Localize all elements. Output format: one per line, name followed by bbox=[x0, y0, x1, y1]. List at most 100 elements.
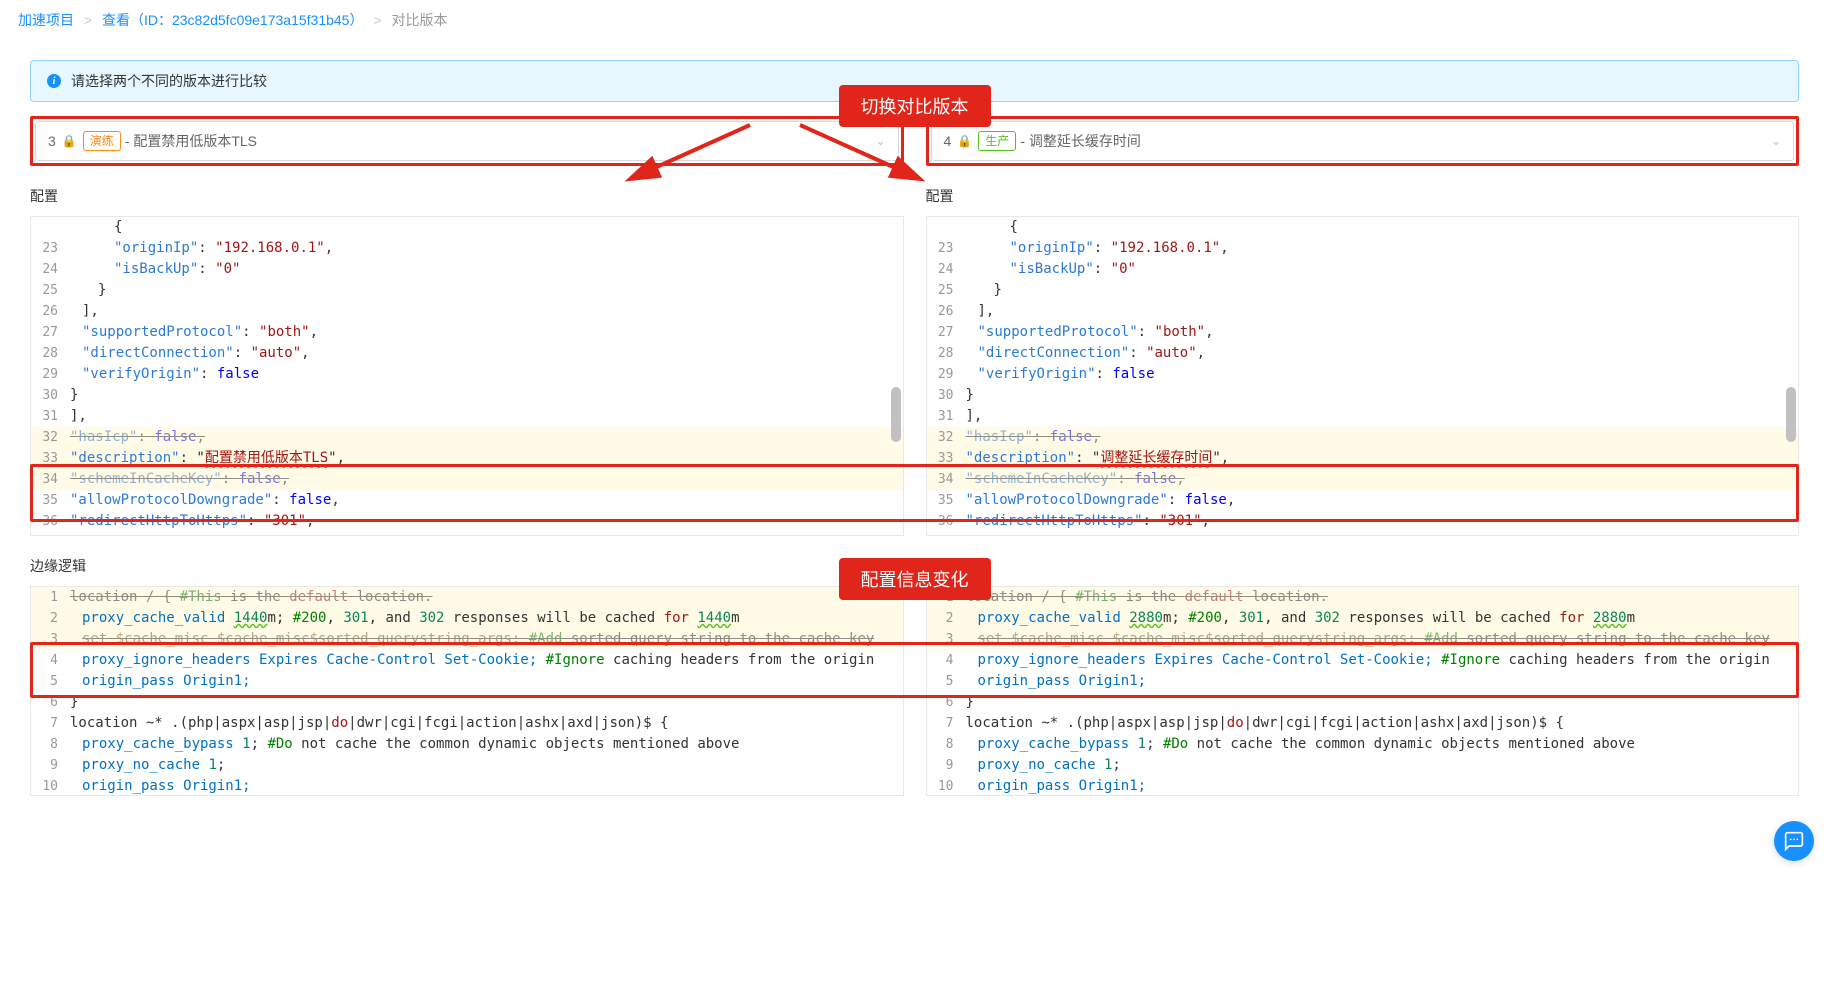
line-content: "description": "调整延长缓存时间", bbox=[962, 448, 1799, 469]
code-line: 3set $cache_misc $cache_misc$sorted_quer… bbox=[927, 629, 1799, 650]
env-badge-staging: 演练 bbox=[83, 131, 121, 151]
callout-config-change: 配置信息变化 bbox=[839, 558, 991, 600]
code-panel-edge-left[interactable]: 1location / { #This is the default locat… bbox=[30, 586, 904, 796]
line-number: 27 bbox=[31, 322, 66, 343]
line-content: { bbox=[962, 217, 1799, 238]
arrow-left bbox=[640, 120, 760, 183]
line-content: location / { #This is the default locati… bbox=[962, 587, 1799, 608]
version-selector-right[interactable]: 4 🔒 生产 - 调整延长缓存时间 ⌄ bbox=[931, 121, 1795, 161]
line-content: proxy_cache_valid 1440m; #200, 301, and … bbox=[66, 608, 903, 629]
feedback-button[interactable] bbox=[1774, 821, 1814, 861]
line-number: 37 bbox=[927, 532, 962, 536]
lock-icon: 🔒 bbox=[957, 134, 972, 148]
code-line: 2proxy_cache_valid 2880m; #200, 301, and… bbox=[927, 608, 1799, 629]
code-line: 34 "schemeInCacheKey": false, bbox=[927, 469, 1799, 490]
code-line: 26], bbox=[927, 301, 1799, 322]
line-content: "isBackUp": "0" bbox=[962, 259, 1799, 280]
code-line: 31 ], bbox=[927, 406, 1799, 427]
code-panel-config-right[interactable]: {23"originIp": "192.168.0.1",24"isBackUp… bbox=[926, 216, 1800, 536]
code-line: 5origin_pass Origin1; bbox=[31, 671, 903, 692]
lock-icon: 🔒 bbox=[62, 134, 77, 148]
line-number: 8 bbox=[927, 734, 962, 755]
line-content: "originIp": "192.168.0.1", bbox=[962, 238, 1799, 259]
section-title-edge-left: 边缘逻辑 bbox=[30, 556, 904, 576]
line-number bbox=[927, 217, 962, 238]
line-number: 34 bbox=[31, 469, 66, 490]
line-content: "disableCertAutomation": false, bbox=[962, 532, 1799, 536]
code-line: 30 } bbox=[31, 385, 903, 406]
line-content: ], bbox=[962, 406, 1799, 427]
version-num: 3 bbox=[48, 133, 56, 149]
line-content: "description": "配置禁用低版本TLS", bbox=[66, 448, 903, 469]
info-icon: i bbox=[47, 74, 61, 88]
line-number: 36 bbox=[31, 511, 66, 532]
line-number: 31 bbox=[927, 406, 962, 427]
code-panel-edge-right[interactable]: 1location / { #This is the default locat… bbox=[926, 586, 1800, 796]
line-content: "redirectHttpToHttps": "301", bbox=[66, 511, 903, 532]
line-number: 1 bbox=[31, 587, 66, 608]
line-content: "verifyOrigin": false bbox=[962, 364, 1799, 385]
line-content: "hasIcp": false, bbox=[66, 427, 903, 448]
line-number: 32 bbox=[927, 427, 962, 448]
line-number: 28 bbox=[927, 343, 962, 364]
code-panel-config-left[interactable]: {23"originIp": "192.168.0.1",24"isBackUp… bbox=[30, 216, 904, 536]
line-number: 27 bbox=[927, 322, 962, 343]
line-number: 33 bbox=[927, 448, 962, 469]
line-content: "allowProtocolDowngrade": false, bbox=[66, 490, 903, 511]
line-content: origin_pass Origin1; bbox=[66, 671, 903, 692]
line-content: set $cache_misc $cache_misc$sorted_query… bbox=[962, 629, 1799, 650]
code-line: 35 "allowProtocolDowngrade": false, bbox=[927, 490, 1799, 511]
line-number: 8 bbox=[31, 734, 66, 755]
line-number: 2 bbox=[927, 608, 962, 629]
code-line: 10origin_pass Origin1; bbox=[31, 776, 903, 796]
line-number: 30 bbox=[31, 385, 66, 406]
line-number: 34 bbox=[927, 469, 962, 490]
line-content: proxy_no_cache 1; bbox=[962, 755, 1799, 776]
code-line: 27"supportedProtocol": "both", bbox=[927, 322, 1799, 343]
line-number: 10 bbox=[31, 776, 66, 796]
line-content: proxy_cache_bypass 1; #Do not cache the … bbox=[66, 734, 903, 755]
line-number: 3 bbox=[31, 629, 66, 650]
code-line: 29"verifyOrigin": false bbox=[31, 364, 903, 385]
section-title-config-right: 配置 bbox=[926, 186, 1800, 206]
line-number: 25 bbox=[927, 280, 962, 301]
line-content: proxy_ignore_headers Expires Cache-Contr… bbox=[962, 650, 1799, 671]
line-content: location ~* .(php|aspx|asp|jsp|do|dwr|cg… bbox=[66, 713, 903, 734]
line-number: 5 bbox=[927, 671, 962, 692]
breadcrumb-link-1[interactable]: 加速项目 bbox=[18, 12, 74, 28]
section-title-config-left: 配置 bbox=[30, 186, 904, 206]
code-line: 34 "schemeInCacheKey": false, bbox=[31, 469, 903, 490]
code-line: 24"isBackUp": "0" bbox=[927, 259, 1799, 280]
line-number: 35 bbox=[31, 490, 66, 511]
line-number: 10 bbox=[927, 776, 962, 796]
line-content: "supportedProtocol": "both", bbox=[66, 322, 903, 343]
code-line: 33 "description": "配置禁用低版本TLS", bbox=[31, 448, 903, 469]
code-line: 25} bbox=[31, 280, 903, 301]
line-number: 31 bbox=[31, 406, 66, 427]
code-line: 10origin_pass Origin1; bbox=[927, 776, 1799, 796]
line-number: 32 bbox=[31, 427, 66, 448]
line-number: 3 bbox=[927, 629, 962, 650]
line-number: 37 bbox=[31, 532, 66, 536]
version-selector-left[interactable]: 3 🔒 演练 - 配置禁用低版本TLS ⌄ bbox=[35, 121, 899, 161]
version-desc: - 调整延长缓存时间 bbox=[1020, 131, 1141, 151]
code-line: 23"originIp": "192.168.0.1", bbox=[31, 238, 903, 259]
code-line: 6} bbox=[31, 692, 903, 713]
version-selector-left-wrap: 3 🔒 演练 - 配置禁用低版本TLS ⌄ bbox=[30, 116, 904, 166]
code-line: 32 "hasIcp": false, bbox=[31, 427, 903, 448]
env-badge-prod: 生产 bbox=[978, 131, 1016, 151]
breadcrumb-link-2[interactable]: 查看（ID：23c82d5fc09e173a15f31b45） bbox=[102, 12, 364, 28]
alert-text: 请选择两个不同的版本进行比较 bbox=[71, 71, 267, 91]
line-content: { bbox=[66, 217, 903, 238]
code-line: 27"supportedProtocol": "both", bbox=[31, 322, 903, 343]
line-number: 35 bbox=[927, 490, 962, 511]
code-line: 28"directConnection": "auto", bbox=[927, 343, 1799, 364]
version-selector-right-wrap: 4 🔒 生产 - 调整延长缓存时间 ⌄ bbox=[926, 116, 1800, 166]
line-content: ], bbox=[66, 406, 903, 427]
code-line: 9proxy_no_cache 1; bbox=[31, 755, 903, 776]
version-desc: - 配置禁用低版本TLS bbox=[125, 131, 257, 151]
code-line: 7location ~* .(php|aspx|asp|jsp|do|dwr|c… bbox=[31, 713, 903, 734]
line-content: "schemeInCacheKey": false, bbox=[66, 469, 903, 490]
line-content: } bbox=[66, 692, 903, 713]
code-line: 29"verifyOrigin": false bbox=[927, 364, 1799, 385]
